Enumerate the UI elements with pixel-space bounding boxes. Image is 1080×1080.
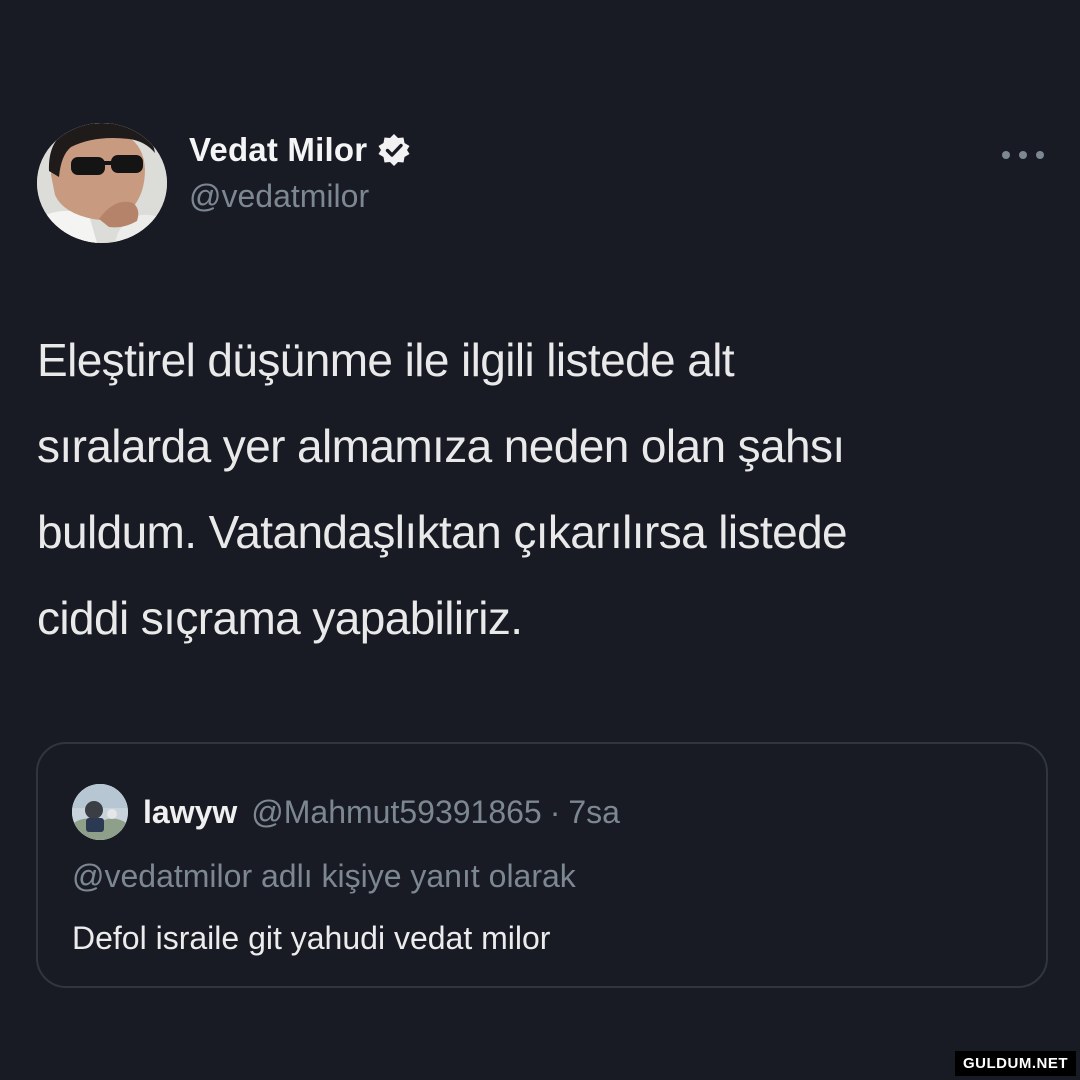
quoted-author-name[interactable]: lawyw — [143, 794, 237, 831]
quoted-tweet-card[interactable]: lawyw @Mahmut59391865 · 7sa @vedatmilor … — [36, 742, 1048, 988]
tweet-text: Eleştirel düşünme ile ilgili listede alt… — [37, 317, 1047, 661]
verified-badge-icon — [378, 134, 410, 166]
quoted-tweet-header: lawyw @Mahmut59391865 · 7sa — [72, 784, 620, 840]
tweet-text-line: sıralarda yer almamıza neden olan şahsı — [37, 420, 845, 472]
separator-dot: · — [549, 793, 561, 830]
tweet-text-line: ciddi sıçrama yapabiliriz. — [37, 592, 523, 644]
quoted-author-avatar[interactable] — [72, 784, 128, 840]
quoted-tweet-text: Defol israile git yahudi vedat milor — [72, 920, 551, 956]
author-handle[interactable]: @vedatmilor — [189, 178, 369, 215]
quoted-tweet-timestamp[interactable]: 7sa — [568, 794, 620, 831]
tweet: Vedat Milor @vedatmilor Eleştirel düşünm… — [0, 0, 1080, 1080]
tweet-text-line: Eleştirel düşünme ile ilgili listede alt — [37, 334, 735, 386]
tweet-text-line: buldum. Vatandaşlıktan çıkarılırsa liste… — [37, 506, 848, 558]
reply-context: @vedatmilor adlı kişiye yanıt olarak — [72, 858, 576, 894]
author-name-row: Vedat Milor — [189, 128, 411, 172]
quoted-author-handle[interactable]: @Mahmut59391865 — [251, 794, 541, 831]
watermark-logo: GULDUM.NET — [955, 1051, 1076, 1076]
author-avatar[interactable] — [37, 123, 167, 243]
more-options-icon[interactable] — [1000, 148, 1046, 162]
author-display-name[interactable]: Vedat Milor — [189, 131, 367, 169]
